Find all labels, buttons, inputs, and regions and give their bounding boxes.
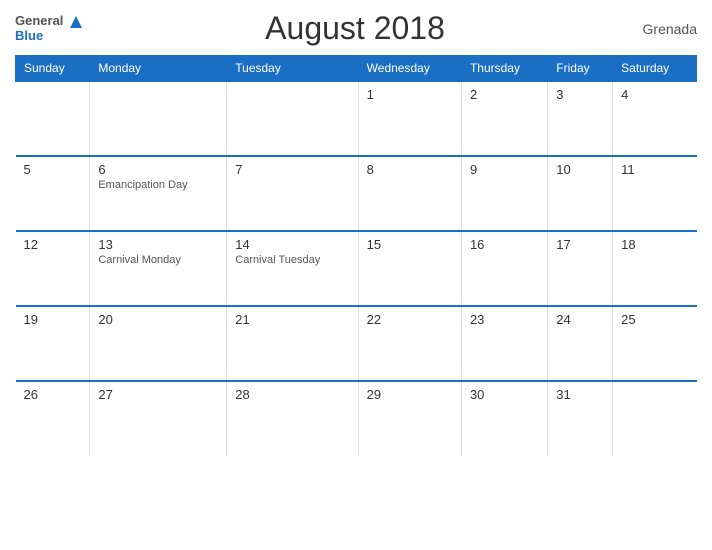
weekday-header-sunday: Sunday: [16, 56, 90, 82]
page: General Blue August 2018 Grenada SundayM…: [0, 0, 712, 550]
week-row: 26 27 28 29 30 31: [16, 381, 697, 456]
calendar-cell: 7: [227, 156, 358, 231]
day-number: 27: [98, 387, 218, 402]
calendar-cell: 27: [90, 381, 227, 456]
day-number: 19: [24, 312, 82, 327]
day-number: 16: [470, 237, 539, 252]
calendar-cell: 20: [90, 306, 227, 381]
day-number: 20: [98, 312, 218, 327]
day-number: 3: [556, 87, 604, 102]
calendar-cell: 30: [461, 381, 547, 456]
calendar-cell: 4: [613, 81, 697, 156]
day-number: 22: [367, 312, 453, 327]
day-number: 12: [24, 237, 82, 252]
weekday-header-saturday: Saturday: [613, 56, 697, 82]
week-row: 1 2 3 4: [16, 81, 697, 156]
weekday-header-monday: Monday: [90, 56, 227, 82]
week-row: 12 13 Carnival Monday 14 Carnival Tuesday 15 1…: [16, 231, 697, 306]
day-number: 4: [621, 87, 688, 102]
calendar-cell: 29: [358, 381, 461, 456]
calendar-cell: 23: [461, 306, 547, 381]
day-number: 14: [235, 237, 349, 252]
logo-general: General: [15, 13, 63, 28]
day-number: 18: [621, 237, 688, 252]
day-number: 7: [235, 162, 349, 177]
calendar: SundayMondayTuesdayWednesdayThursdayFrid…: [15, 55, 697, 456]
calendar-cell: [90, 81, 227, 156]
calendar-cell: 5: [16, 156, 90, 231]
day-number: 21: [235, 312, 349, 327]
calendar-cell: [227, 81, 358, 156]
weekday-header-wednesday: Wednesday: [358, 56, 461, 82]
event-label: Carnival Tuesday: [235, 254, 349, 266]
calendar-cell: 18: [613, 231, 697, 306]
logo-blue: Blue: [15, 28, 43, 43]
day-number: 11: [621, 162, 688, 177]
day-number: 29: [367, 387, 453, 402]
calendar-cell: 16: [461, 231, 547, 306]
day-number: 9: [470, 162, 539, 177]
calendar-cell: [613, 381, 697, 456]
calendar-cell: 2: [461, 81, 547, 156]
weekday-header-friday: Friday: [548, 56, 613, 82]
logo: General Blue: [15, 14, 83, 43]
day-number: 24: [556, 312, 604, 327]
calendar-cell: 8: [358, 156, 461, 231]
weekday-row: SundayMondayTuesdayWednesdayThursdayFrid…: [16, 56, 697, 82]
calendar-cell: 17: [548, 231, 613, 306]
day-number: 25: [621, 312, 688, 327]
calendar-cell: 28: [227, 381, 358, 456]
calendar-header: SundayMondayTuesdayWednesdayThursdayFrid…: [16, 56, 697, 82]
calendar-cell: [16, 81, 90, 156]
month-title: August 2018: [83, 10, 627, 47]
calendar-cell: 12: [16, 231, 90, 306]
calendar-cell: 19: [16, 306, 90, 381]
calendar-cell: 15: [358, 231, 461, 306]
event-label: Emancipation Day: [98, 179, 218, 191]
calendar-cell: 3: [548, 81, 613, 156]
header: General Blue August 2018 Grenada: [15, 10, 697, 47]
weekday-header-thursday: Thursday: [461, 56, 547, 82]
day-number: 1: [367, 87, 453, 102]
day-number: 28: [235, 387, 349, 402]
day-number: 31: [556, 387, 604, 402]
logo-text: General Blue: [15, 14, 83, 43]
calendar-cell: 10: [548, 156, 613, 231]
day-number: 13: [98, 237, 218, 252]
calendar-cell: 21: [227, 306, 358, 381]
calendar-cell: 22: [358, 306, 461, 381]
day-number: 17: [556, 237, 604, 252]
day-number: 30: [470, 387, 539, 402]
week-row: 5 6 Emancipation Day 7 8 9 10 11: [16, 156, 697, 231]
country: Grenada: [627, 21, 697, 37]
calendar-cell: 1: [358, 81, 461, 156]
calendar-cell: 31: [548, 381, 613, 456]
day-number: 5: [24, 162, 82, 177]
event-label: Carnival Monday: [98, 254, 218, 266]
calendar-body: 123456Emancipation Day78910111213Carniva…: [16, 81, 697, 456]
day-number: 15: [367, 237, 453, 252]
calendar-cell: 24: [548, 306, 613, 381]
day-number: 23: [470, 312, 539, 327]
calendar-cell: 14 Carnival Tuesday: [227, 231, 358, 306]
day-number: 2: [470, 87, 539, 102]
day-number: 8: [367, 162, 453, 177]
calendar-cell: 13 Carnival Monday: [90, 231, 227, 306]
calendar-cell: 25: [613, 306, 697, 381]
calendar-cell: 9: [461, 156, 547, 231]
day-number: 6: [98, 162, 218, 177]
week-row: 19 20 21 22 23 24 25: [16, 306, 697, 381]
weekday-header-tuesday: Tuesday: [227, 56, 358, 82]
logo-icon: [69, 15, 83, 29]
calendar-cell: 26: [16, 381, 90, 456]
calendar-cell: 6 Emancipation Day: [90, 156, 227, 231]
day-number: 26: [24, 387, 82, 402]
day-number: 10: [556, 162, 604, 177]
calendar-cell: 11: [613, 156, 697, 231]
